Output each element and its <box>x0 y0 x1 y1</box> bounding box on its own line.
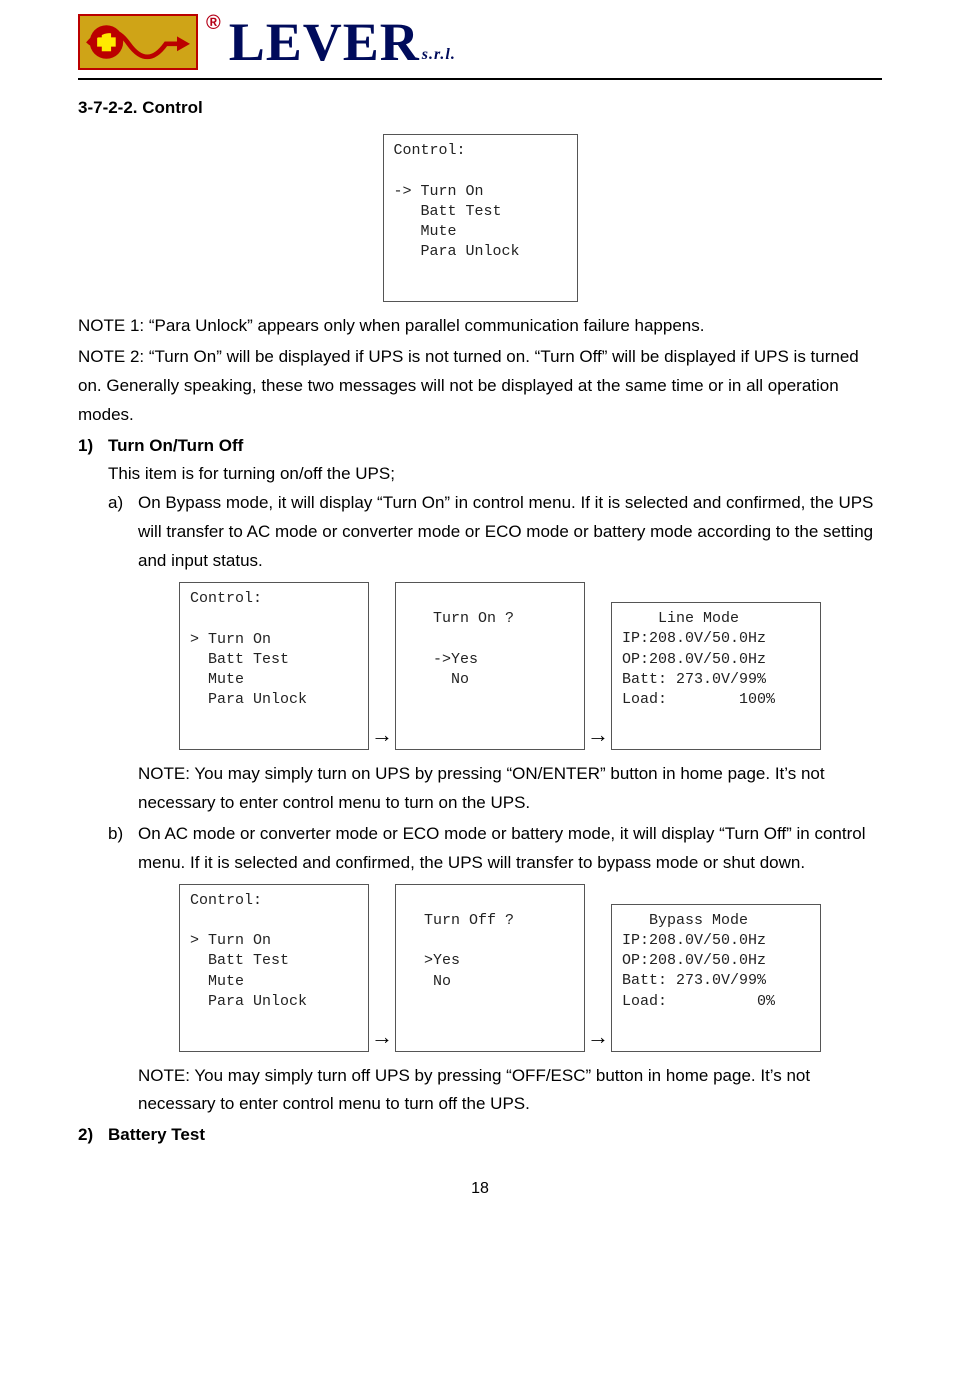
page-number: 18 <box>78 1180 882 1198</box>
arrow-icon: → <box>585 1024 611 1052</box>
lcd-screen: Bypass Mode IP:208.0V/50.0Hz OP:208.0V/5… <box>611 904 821 1052</box>
logo-text: LEVER s.r.l. <box>229 15 456 69</box>
arrow-icon: → <box>369 722 395 750</box>
note-1: NOTE 1: “Para Unlock” appears only when … <box>78 312 882 341</box>
lcd-screen: Line Mode IP:208.0V/50.0Hz OP:208.0V/50.… <box>611 602 821 750</box>
screen-row-b: Control: > Turn On Batt Test Mute Para U… <box>78 884 882 1052</box>
note-2: NOTE 2: “Turn On” will be displayed if U… <box>78 343 882 430</box>
page-header: ® LEVER s.r.l. <box>78 14 882 80</box>
arrow-icon: → <box>369 1024 395 1052</box>
note-a: NOTE: You may simply turn on UPS by pres… <box>78 760 882 818</box>
screen-row-a: Control: > Turn On Batt Test Mute Para U… <box>78 582 882 750</box>
logo: ® LEVER s.r.l. <box>78 14 456 70</box>
screen-control-top: Control: -> Turn On Batt Test Mute Para … <box>78 134 882 302</box>
item-2-title: Battery Test <box>108 1121 882 1150</box>
item-1-desc: This item is for turning on/off the UPS; <box>108 460 882 489</box>
lcd-screen: Control: > Turn On Batt Test Mute Para U… <box>179 582 369 750</box>
lcd-screen: Turn Off ? >Yes No <box>395 884 585 1052</box>
lcd-screen: Control: > Turn On Batt Test Mute Para U… <box>179 884 369 1052</box>
item-1-title: Turn On/Turn Off <box>108 432 882 461</box>
logo-icon <box>78 14 198 70</box>
sub-item-b: b) On AC mode or converter mode or ECO m… <box>78 820 882 878</box>
note-b: NOTE: You may simply turn off UPS by pre… <box>78 1062 882 1120</box>
section-heading: 3-7-2-2. Control <box>78 98 882 118</box>
list-item-2: 2) Battery Test <box>78 1121 882 1150</box>
sub-item-a: a) On Bypass mode, it will display “Turn… <box>108 489 882 576</box>
lcd-screen: Control: -> Turn On Batt Test Mute Para … <box>383 134 578 302</box>
list-item-1: 1) Turn On/Turn Off This item is for tur… <box>78 432 882 576</box>
registered-mark: ® <box>206 12 221 35</box>
arrow-icon: → <box>585 722 611 750</box>
lcd-screen: Turn On ? ->Yes No <box>395 582 585 750</box>
